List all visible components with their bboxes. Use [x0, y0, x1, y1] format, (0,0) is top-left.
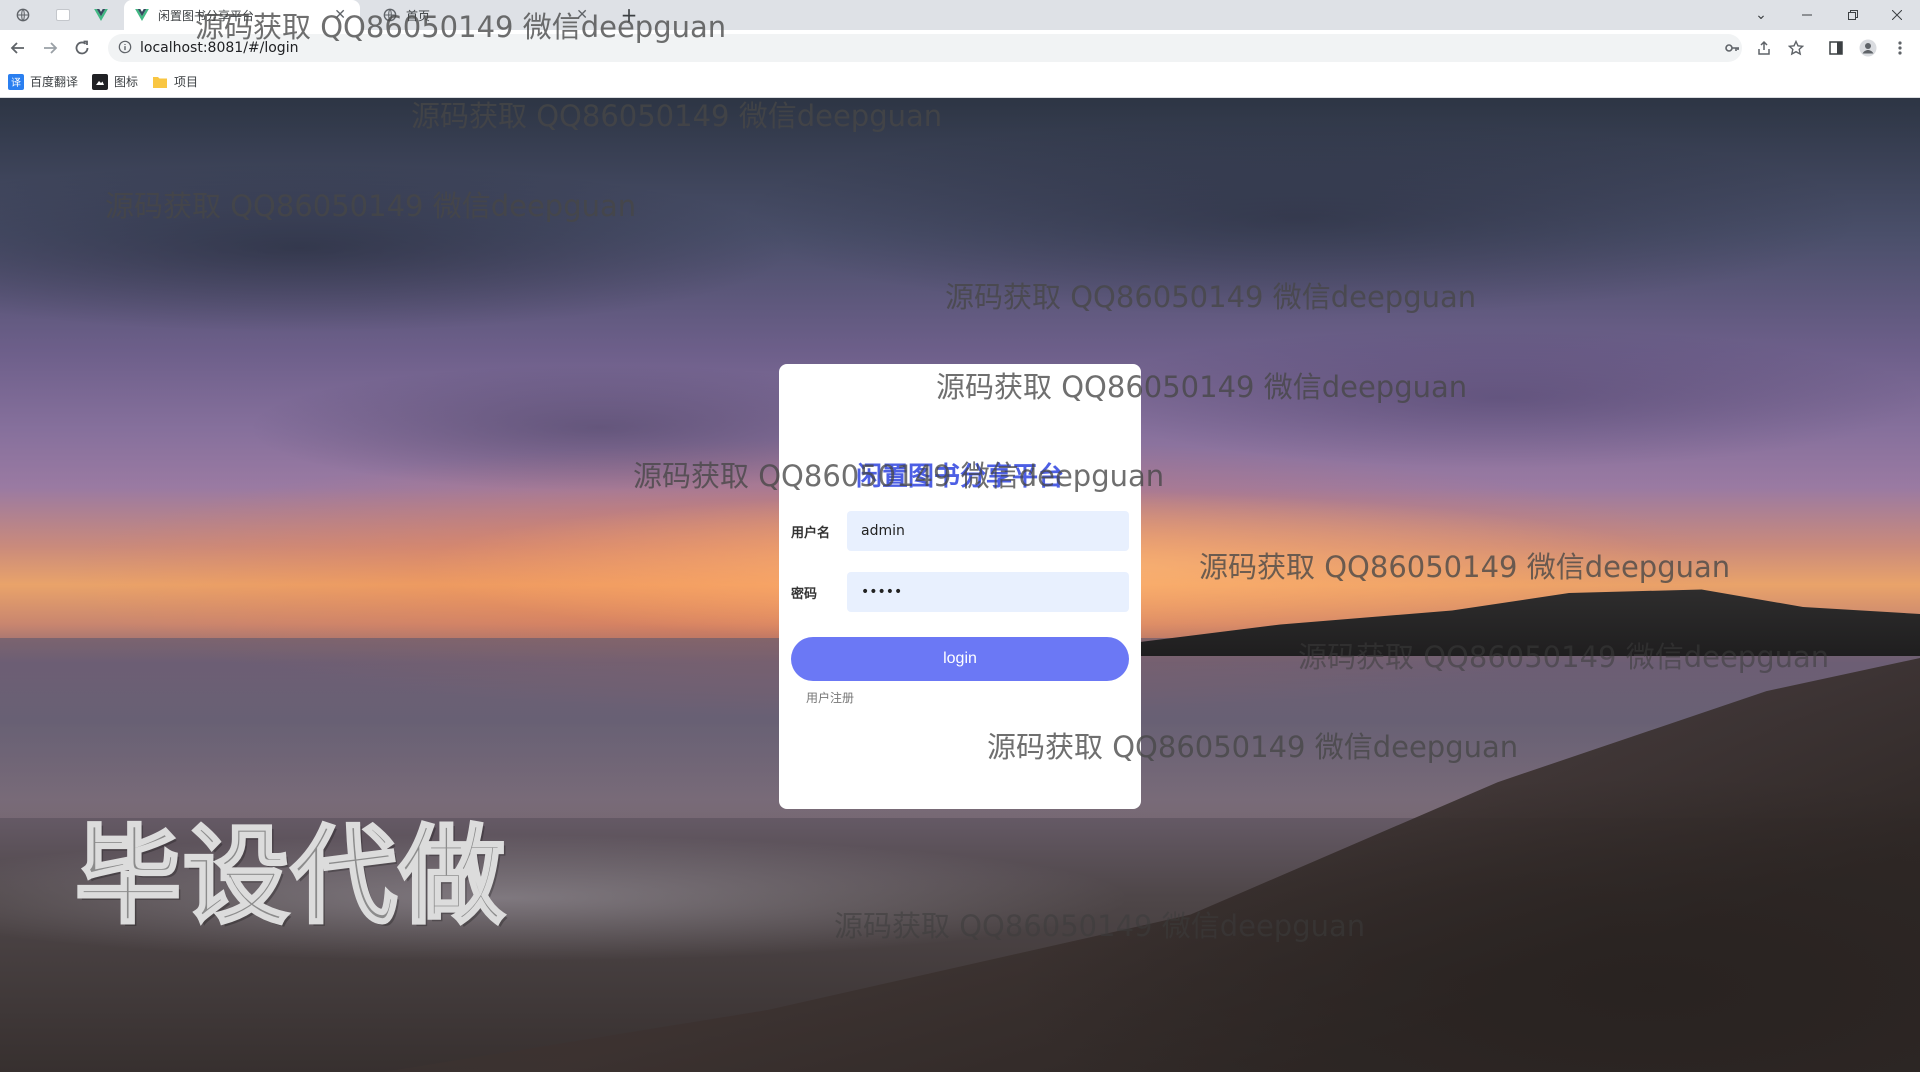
arrow-left-icon — [10, 42, 24, 54]
bookmark-label: 百度翻译 — [30, 75, 79, 89]
tab-home[interactable]: 首页 ✕ — [372, 0, 602, 30]
forward-button[interactable] — [38, 36, 62, 60]
login-button[interactable]: login — [791, 637, 1129, 681]
reload-icon — [75, 40, 89, 55]
login-title: 闲置图书分享平台 — [855, 462, 1064, 492]
register-link[interactable]: 用户注册 — [806, 689, 854, 706]
profile-avatar-icon[interactable] — [1856, 36, 1880, 60]
address-bar[interactable]: localhost:8081/#/login — [108, 34, 1742, 62]
url-text: localhost:8081/#/login — [140, 40, 299, 56]
tab-strip: 闲置图书分享平台 ✕ 首页 ✕ + ⌄ — [0, 0, 1920, 30]
side-panel-icon[interactable] — [1824, 36, 1848, 60]
tab-title: 首页 — [406, 8, 431, 23]
new-tab-button[interactable]: + — [617, 3, 641, 27]
translate-icon: 译 — [8, 73, 24, 90]
browser-toolbar: localhost:8081/#/login — [0, 30, 1920, 66]
tab-active[interactable]: 闲置图书分享平台 ✕ — [124, 0, 360, 30]
tab-pinned-2[interactable] — [46, 0, 80, 30]
globe-icon — [15, 7, 31, 23]
back-button[interactable] — [6, 36, 30, 60]
folder-icon — [152, 74, 168, 90]
tab-pinned-3[interactable] — [84, 0, 118, 30]
close-tab-icon[interactable]: ✕ — [330, 7, 350, 23]
share-icon[interactable] — [1752, 36, 1776, 60]
username-label: 用户名 — [791, 525, 831, 541]
star-icon[interactable] — [1784, 36, 1808, 60]
page-viewport: 闲置图书分享平台 用户名 密码 login 用户注册 — [0, 98, 1920, 1072]
tab-title: 闲置图书分享平台 — [158, 8, 255, 23]
bookmark-label: 图标 — [114, 75, 139, 89]
close-tab-icon[interactable]: ✕ — [572, 7, 592, 23]
bookmark-icons[interactable]: 图标 — [92, 73, 138, 90]
tab-pinned-1[interactable] — [6, 0, 40, 30]
globe-icon — [382, 7, 398, 23]
restore-button[interactable] — [1830, 0, 1876, 30]
vue-icon — [134, 7, 150, 23]
login-card: 闲置图书分享平台 用户名 密码 login 用户注册 — [779, 364, 1141, 809]
blank-page-icon — [55, 7, 71, 23]
menu-dots-icon[interactable] — [1888, 36, 1912, 60]
password-row: 密码 — [791, 572, 1129, 612]
password-label: 密码 — [791, 586, 818, 602]
image-icon — [92, 73, 109, 90]
bookmark-folder-projects[interactable]: 项目 — [152, 73, 198, 90]
username-row: 用户名 — [791, 511, 1129, 551]
vue-icon — [93, 7, 109, 23]
info-icon[interactable] — [118, 39, 132, 58]
close-window-button[interactable] — [1874, 0, 1920, 30]
bookmark-baidu-translate[interactable]: 译 百度翻译 — [8, 73, 78, 90]
username-input[interactable] — [847, 511, 1129, 551]
key-icon[interactable] — [1720, 36, 1744, 60]
arrow-right-icon — [44, 42, 58, 54]
password-input[interactable] — [847, 572, 1129, 612]
bookmarks-bar: 译 百度翻译 图标 项目 — [0, 66, 1920, 98]
tab-search-icon[interactable]: ⌄ — [1738, 0, 1784, 30]
minimize-button[interactable] — [1784, 0, 1830, 30]
bookmark-label: 项目 — [174, 75, 199, 89]
reload-button[interactable] — [70, 36, 94, 60]
